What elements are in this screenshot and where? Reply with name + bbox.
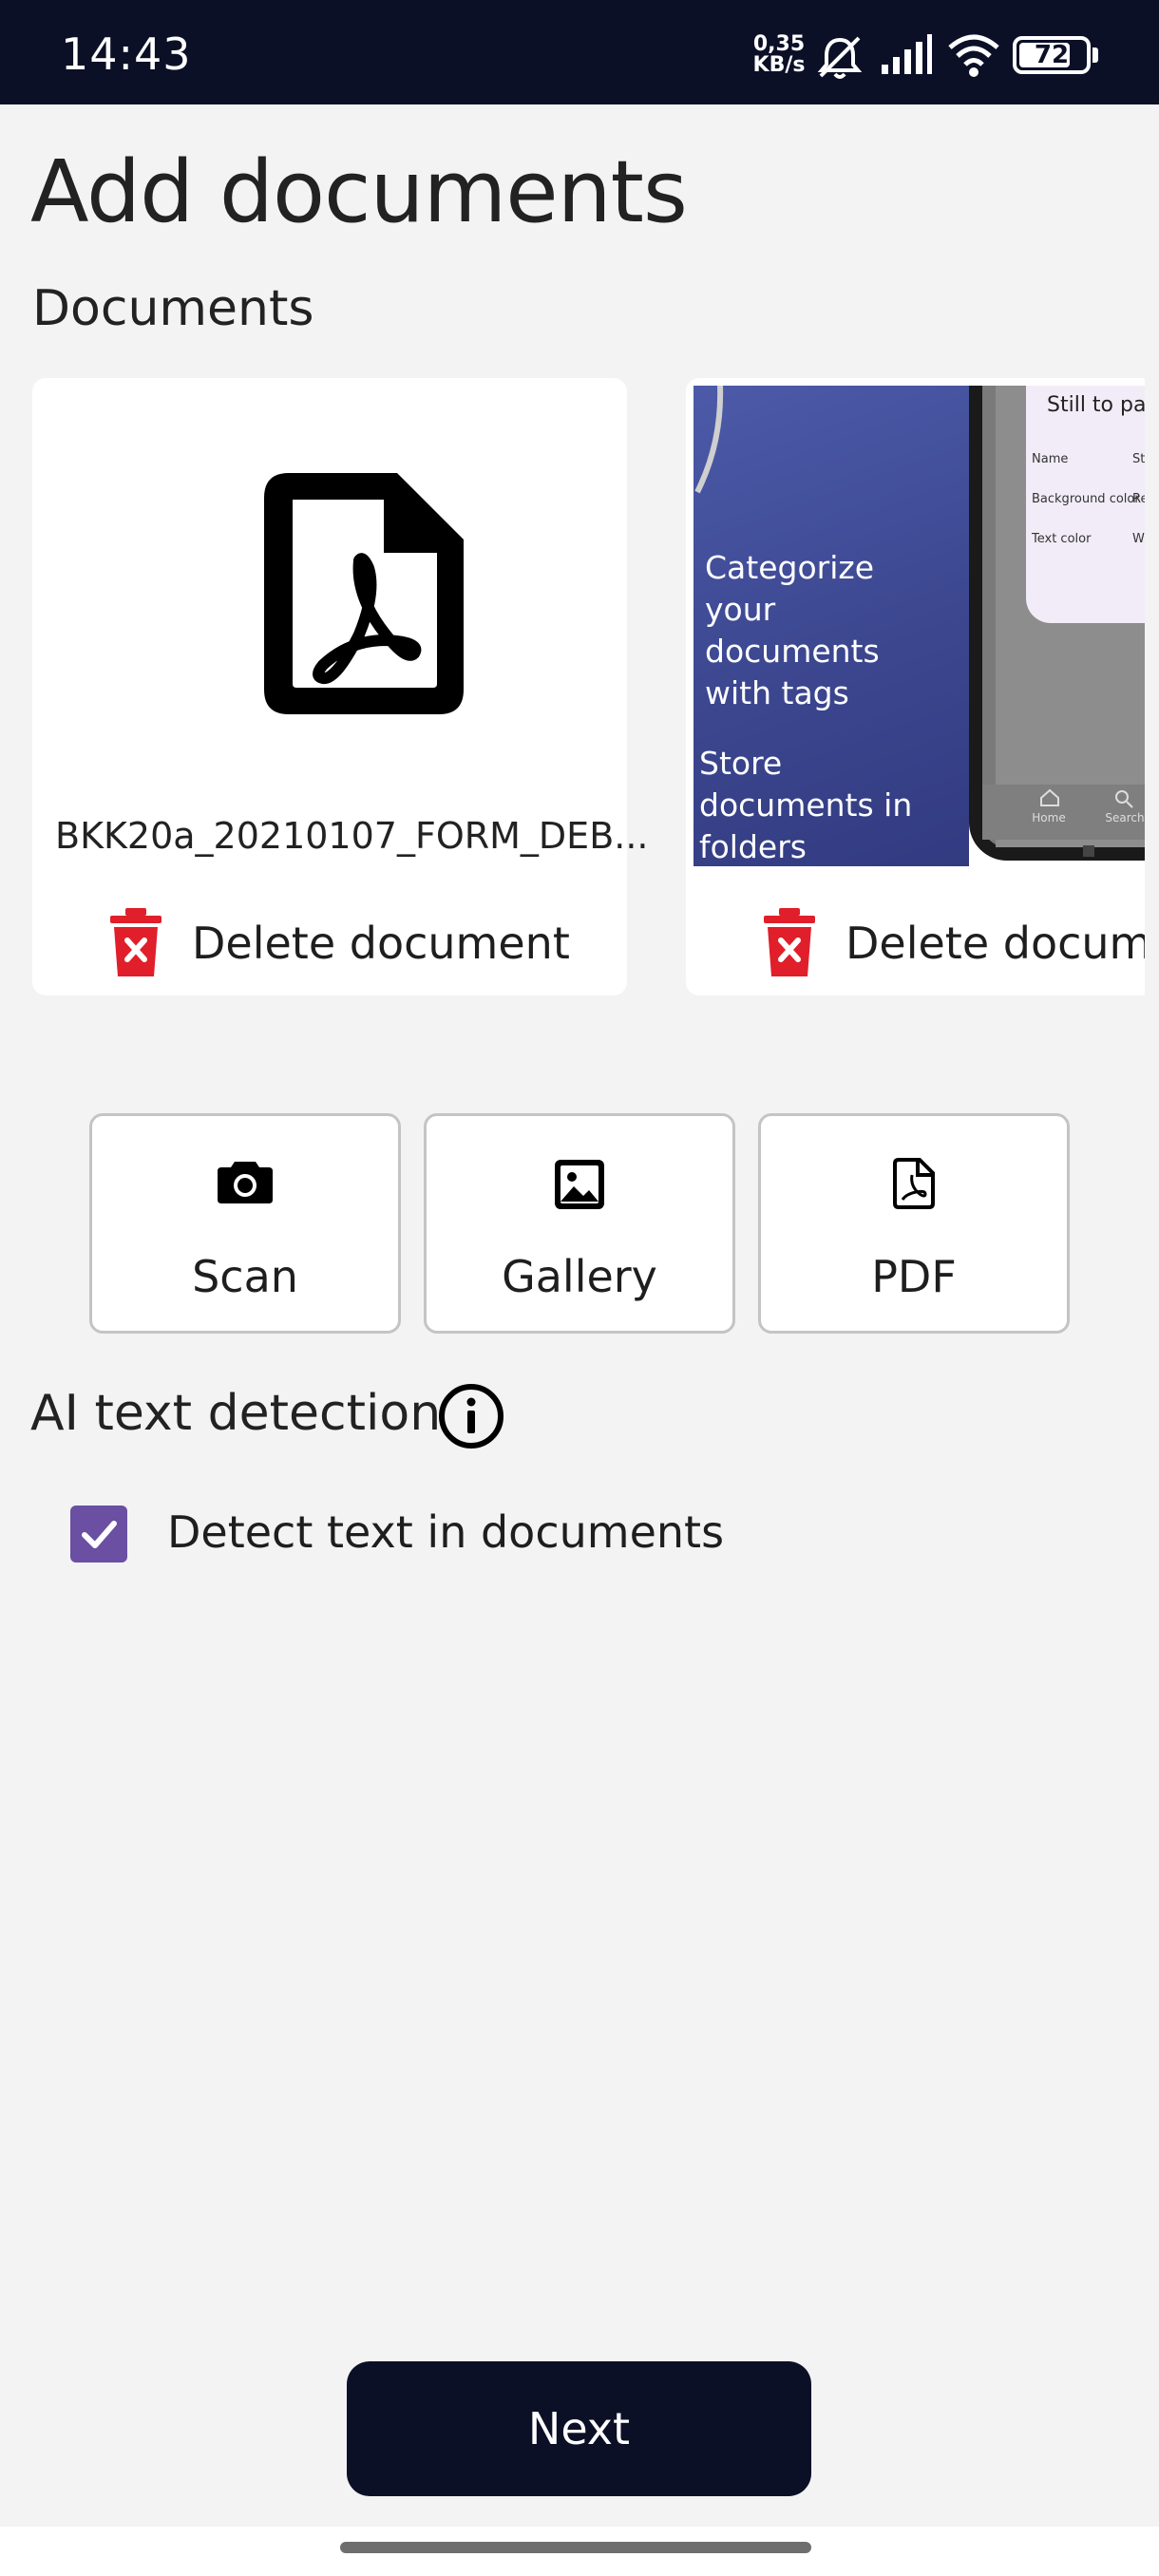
battery-level: 72 [1034,41,1070,69]
network-speed-unit: KB/s [752,53,806,77]
trash-icon [110,908,162,976]
promo-text-tags: Categorize your documents with tags [705,549,880,711]
documents-heading: Documents [32,280,314,337]
signal-icon [882,34,932,74]
ai-text-detection-heading: AI text detection [30,1385,442,1442]
phone-nav-home: Home [1032,811,1066,824]
phone-nav-bar: Home Search [982,785,1145,840]
home-icon [1040,788,1059,806]
promo-background: Categorize your documents with tags Stor… [694,386,969,866]
network-speed-value: 0,35 [752,32,806,56]
panel-row-label: Background color [1032,492,1140,506]
phone-panel: Still to pay Name Background color Text … [1026,386,1145,623]
panel-row-value: St [1132,452,1145,466]
detect-text-label[interactable]: Detect text in documents [167,1506,724,1558]
document-card[interactable]: BKK20a_20210107_FORM_DEB... Delete docum… [32,378,649,995]
gallery-label: Gallery [502,1251,657,1302]
search-icon [1115,790,1133,808]
next-button[interactable]: Next [347,2361,811,2496]
battery-tip [1092,47,1098,63]
page-title: Add documents [30,142,688,242]
phone-indicator [1083,845,1094,857]
camera-icon [218,1162,273,1203]
panel-row-value: W [1132,532,1145,546]
mute-icon [817,36,863,79]
panel-row-value: Re [1132,492,1145,506]
promo-text-folders: Store documents in folders [699,745,913,865]
document-card[interactable]: Categorize your documents with tags Stor… [686,378,1145,995]
detect-text-checkbox[interactable] [70,1506,127,1563]
delete-document-button[interactable]: Delete document [762,905,1145,981]
delete-document-label: Delete document [846,918,1145,969]
checkmark-icon [82,1521,117,1548]
pdf-file-icon [264,473,464,714]
battery-icon: 72 [1013,36,1091,74]
documents-carousel[interactable]: BKK20a_20210107_FORM_DEB... Delete docum… [0,370,1145,1002]
image-icon [555,1160,604,1209]
status-bar: 14:43 0,35 KB/s 72 [0,0,1159,104]
delete-document-label: Delete document [192,918,570,969]
pdf-file-icon [893,1158,935,1209]
panel-row-label: Name [1032,452,1069,466]
gallery-button[interactable]: Gallery [424,1113,735,1334]
scan-label: Scan [192,1251,298,1302]
home-indicator[interactable] [340,2542,811,2553]
document-filename: BKK20a_20210107_FORM_DEB... [55,815,649,857]
pdf-label: PDF [871,1251,957,1302]
trash-icon [764,908,815,976]
wifi-icon [948,34,999,77]
delete-document-button[interactable]: Delete document [108,905,570,981]
pdf-button[interactable]: PDF [758,1113,1070,1334]
panel-title: Still to pay [1047,393,1145,417]
info-icon[interactable] [437,1382,505,1450]
document-thumbnail: Categorize your documents with tags Stor… [694,386,1145,866]
scan-button[interactable]: Scan [89,1113,401,1334]
phone-edge-decoration [694,386,724,494]
phone-nav-search: Search [1105,811,1145,824]
panel-row-label: Text color [1032,532,1092,546]
status-time: 14:43 [61,28,192,80]
network-speed: 0,35 KB/s [750,34,808,76]
